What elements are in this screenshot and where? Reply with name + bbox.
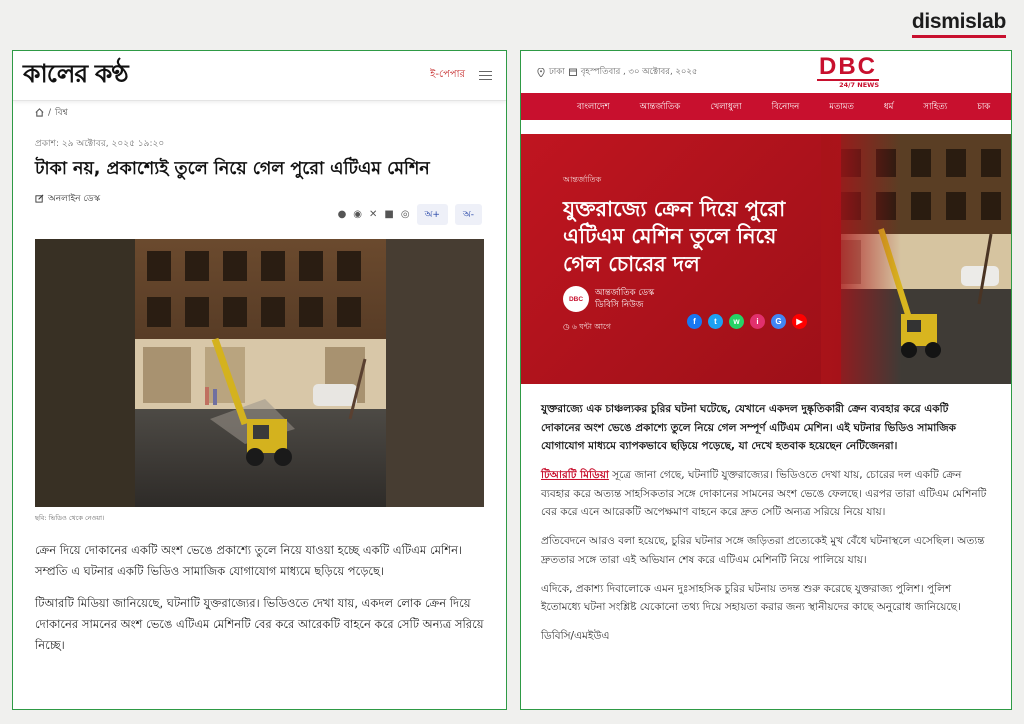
article-title: টাকা নয়, প্রকাশ্যেই তুলে নিয়ে গেল পুরো… [35,159,430,179]
hero-gradient [821,134,901,384]
youtube-icon[interactable]: ▶ [792,314,807,329]
author-desk[interactable]: আন্তর্জাতিক ডেস্ক [595,288,654,300]
nav-item[interactable]: মতামত [829,100,854,114]
article-category[interactable]: আন্তর্জাতিক [563,174,601,187]
nav-item[interactable]: আন্তর্জাতিক [640,100,681,114]
avatar: DBC [563,286,589,312]
nav-item[interactable]: বিনোদন [772,100,800,114]
paragraph: টিআরটি মিডিয়া সূত্রে জানা গেছে, ঘটনাটি … [541,466,991,522]
brand-underline [911,35,1006,38]
facebook-icon[interactable]: f [687,314,702,329]
location: ঢাকা [549,67,565,77]
atm-theft-photo [35,238,484,507]
whatsapp-icon[interactable]: ◎ [401,209,410,220]
calendar-icon [568,68,577,76]
share-bar: f t w i G ▶ [687,314,807,329]
article-hero: আন্তর্জাতিক যুক্তরাজ্যে ক্রেন দিয়ে পুরো… [521,134,1011,384]
linkedin-icon[interactable]: ■ [384,209,393,220]
paragraph: প্রতিবেদনে আরও বলা হয়েছে, চুরির ঘটনার স… [541,535,985,566]
dbcnews-screenshot: ঢাকা বৃহস্পতিবার , ৩০ অক্টোবর, ২০২৫ DBC … [520,50,1012,710]
nav-item[interactable]: চাক [977,100,990,114]
paragraph: ক্রেন দিয়ে দোকানের একটি অংশ ভেঙে প্রকাশ… [35,542,463,578]
dismislab-brand: dismislab [911,10,1006,38]
site-logo[interactable]: DBC 24/7 NEWS [817,55,879,89]
article-title: যুক্তরাজ্যে ক্রেন দিয়ে পুরো এটিএম মেশিন… [563,197,786,276]
image-caption: ছবি: ভিডিও থেকে নেওয়া। [35,513,105,522]
home-icon[interactable] [35,108,44,117]
article-image [35,238,484,507]
publish-time: ◷ ৬ ঘন্টা আগে [563,322,611,334]
paragraph: টিআরটি মিডিয়া জানিয়েছে, ঘটনাটি যুক্তরা… [35,596,484,652]
nav-item[interactable]: সাহিত্য [923,100,947,114]
site-header: কালের কণ্ঠ ই-পেপার [13,51,506,101]
messenger-icon[interactable]: ◉ [353,209,362,220]
location-date: ঢাকা বৃহস্পতিবার , ৩০ অক্টোবর, ২০২৫ [537,65,697,79]
kalerkantho-screenshot: কালের কণ্ঠ ই-পেপার / বিশ্ব প্রকাশ: ২৯ অক… [12,50,507,710]
site-header: ঢাকা বৃহস্পতিবার , ৩০ অক্টোবর, ২০২৫ DBC … [521,51,1011,93]
lead-paragraph: যুক্তরাজ্যে এক চাঞ্চল্যকর চুরির ঘটনা ঘটে… [541,403,957,453]
x-icon[interactable]: ✕ [369,209,377,220]
signoff: ডিবিসি/এমইউএ [541,629,610,642]
location-pin-icon [537,67,545,77]
breadcrumb: / বিশ্ব [13,101,506,124]
author-name: অনলাইন ডেস্ক [48,193,101,204]
breadcrumb-separator: / [48,107,52,118]
author-block: DBC আন্তর্জাতিক ডেস্ক ডিবিসি নিউজ [563,286,654,312]
nav-item[interactable]: খেলাধুলা [710,100,741,114]
source-link[interactable]: টিআরটি মিডিয়া [541,469,609,481]
clock-icon: ◷ [563,322,572,331]
share-bar: ● ◉ ✕ ■ ◎ অ+ অ- [13,203,506,225]
edit-icon [35,194,44,203]
breadcrumb-section[interactable]: বিশ্ব [55,105,68,120]
whatsapp-icon[interactable]: w [729,314,744,329]
article-body: ক্রেন দিয়ে দোকানের একটি অংশ ভেঙে প্রকাশ… [13,530,506,655]
menu-icon[interactable] [479,70,492,81]
facebook-icon[interactable]: ● [338,209,347,220]
font-decrease-button[interactable]: অ- [454,203,482,225]
author-org: ডিবিসি নিউজ [595,299,644,310]
main-nav: বাংলাদেশ আন্তর্জাতিক খেলাধুলা বিনোদন মতা… [521,93,1011,120]
publish-date: প্রকাশ: ২৯ অক্টোবর, ২০২৫ ১৯:২০ [35,139,165,149]
instagram-icon[interactable]: i [750,314,765,329]
article-body: যুক্তরাজ্যে এক চাঞ্চল্যকর চুরির ঘটনা ঘটে… [521,384,1011,646]
font-increase-button[interactable]: অ+ [416,203,448,225]
current-date: বৃহস্পতিবার , ৩০ অক্টোবর, ২০২৫ [580,67,698,77]
nav-item[interactable]: ধর্ম [884,100,893,114]
google-news-icon[interactable]: G [771,314,786,329]
epaper-link[interactable]: ই-পেপার [430,67,465,84]
author: অনলাইন ডেস্ক [13,181,506,206]
nav-item[interactable]: বাংলাদেশ [577,100,610,114]
logo-main: DBC [817,53,879,81]
brand-name: dismislab [911,10,1006,33]
time-text: ৬ ঘন্টা আগে [571,322,611,331]
logo-sub: 24/7 NEWS [839,81,879,89]
site-logo[interactable]: কালের কণ্ঠ [23,54,129,97]
paragraph: এদিকে, প্রকাশ্য দিবালোকে এমন দুঃসাহসিক চ… [541,582,961,614]
twitter-icon[interactable]: t [708,314,723,329]
